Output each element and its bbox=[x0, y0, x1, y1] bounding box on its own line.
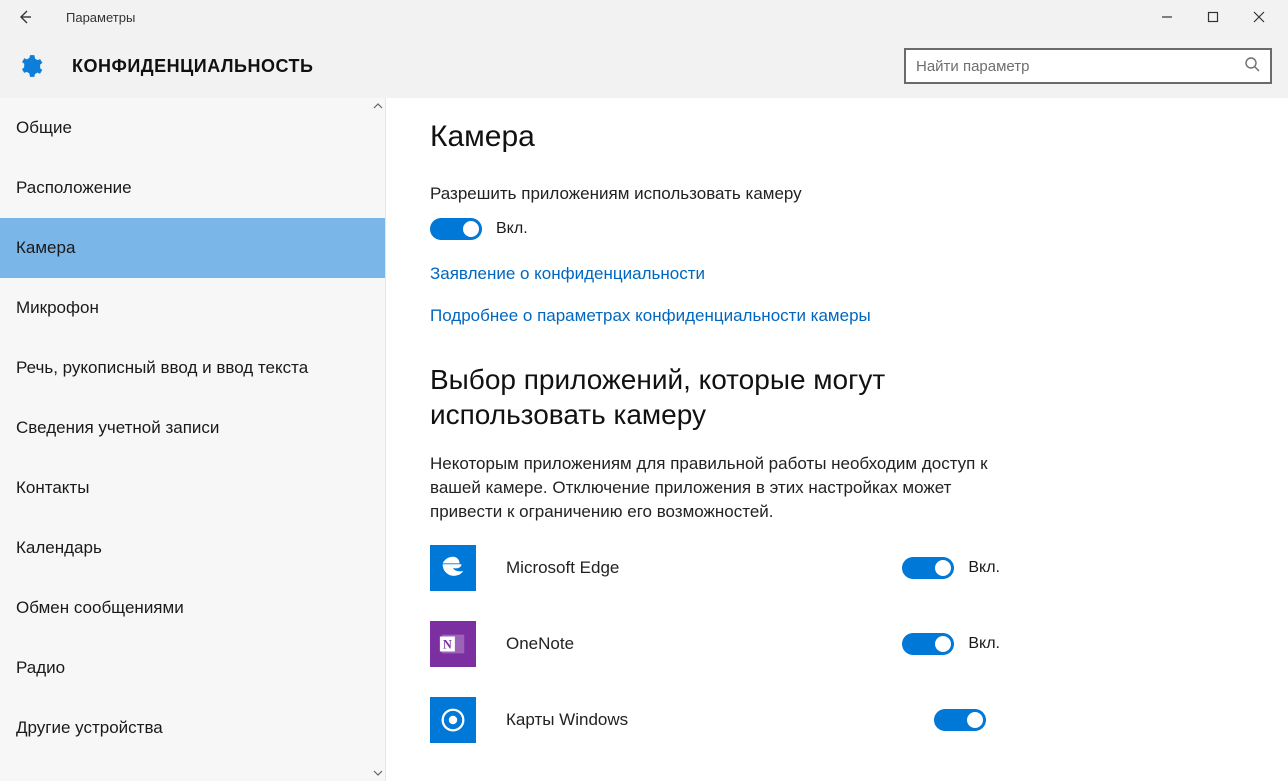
window-controls bbox=[1144, 0, 1282, 34]
app-toggle-state: Вкл. bbox=[968, 559, 1000, 577]
close-button[interactable] bbox=[1236, 0, 1282, 34]
search-box[interactable] bbox=[904, 48, 1272, 84]
gear-icon bbox=[14, 50, 46, 82]
titlebar: Параметры bbox=[0, 0, 1288, 34]
camera-privacy-more-link[interactable]: Подробнее о параметрах конфиденциальност… bbox=[430, 306, 1258, 326]
back-button[interactable] bbox=[6, 0, 44, 34]
sidebar: ОбщиеРасположениеКамераМикрофонРечь, рук… bbox=[0, 98, 386, 781]
category-header: КОНФИДЕНЦИАЛЬНОСТЬ bbox=[0, 34, 1288, 98]
sidebar-item[interactable]: Другие устройства bbox=[0, 698, 385, 758]
app-row: N OneNote Вкл. bbox=[430, 621, 1000, 667]
sidebar-item[interactable]: Общие bbox=[0, 98, 385, 158]
sidebar-item[interactable]: Сведения учетной записи bbox=[0, 398, 385, 458]
choose-apps-heading: Выбор приложений, которые могут использо… bbox=[430, 362, 990, 432]
app-icon bbox=[430, 697, 476, 743]
sidebar-item[interactable]: Радио bbox=[0, 638, 385, 698]
sidebar-item[interactable]: Обмен сообщениями bbox=[0, 578, 385, 638]
sidebar-item[interactable]: Контакты bbox=[0, 458, 385, 518]
app-toggle[interactable] bbox=[902, 557, 954, 579]
allow-camera-toggle[interactable] bbox=[430, 218, 482, 240]
allow-camera-state: Вкл. bbox=[496, 220, 528, 238]
sidebar-item[interactable]: Расположение bbox=[0, 158, 385, 218]
category-title: КОНФИДЕНЦИАЛЬНОСТЬ bbox=[72, 56, 313, 77]
window-title: Параметры bbox=[66, 10, 135, 25]
svg-text:N: N bbox=[443, 638, 452, 652]
app-toggle-state: Вкл. bbox=[968, 635, 1000, 653]
minimize-icon bbox=[1161, 11, 1173, 23]
maximize-button[interactable] bbox=[1190, 0, 1236, 34]
scroll-down-button[interactable] bbox=[371, 765, 385, 781]
arrow-left-icon bbox=[17, 9, 33, 25]
sidebar-item[interactable]: Календарь bbox=[0, 518, 385, 578]
sidebar-item[interactable]: Микрофон bbox=[0, 278, 385, 338]
app-toggle[interactable] bbox=[934, 709, 986, 731]
app-toggle[interactable] bbox=[902, 633, 954, 655]
app-name-label: Microsoft Edge bbox=[506, 558, 656, 578]
content-pane: Камера Разрешить приложениям использоват… bbox=[386, 98, 1288, 781]
close-icon bbox=[1253, 11, 1265, 23]
scroll-up-button[interactable] bbox=[371, 98, 385, 114]
sidebar-item[interactable]: Камера bbox=[0, 218, 385, 278]
chevron-up-icon bbox=[373, 102, 383, 110]
page-title: Камера bbox=[430, 120, 1258, 154]
search-icon bbox=[1244, 56, 1260, 76]
app-name-label: Карты Windows bbox=[506, 710, 656, 730]
maximize-icon bbox=[1207, 11, 1219, 23]
chevron-down-icon bbox=[373, 769, 383, 777]
app-row: Карты Windows bbox=[430, 697, 1000, 743]
privacy-statement-link[interactable]: Заявление о конфиденциальности bbox=[430, 264, 1258, 284]
allow-camera-label: Разрешить приложениям использовать камер… bbox=[430, 184, 1258, 204]
minimize-button[interactable] bbox=[1144, 0, 1190, 34]
sidebar-item[interactable]: Речь, рукописный ввод и ввод текста bbox=[0, 338, 385, 398]
choose-apps-description: Некоторым приложениям для правильной раб… bbox=[430, 452, 990, 523]
app-icon bbox=[430, 545, 476, 591]
app-row: Microsoft Edge Вкл. bbox=[430, 545, 1000, 591]
search-input[interactable] bbox=[916, 58, 1244, 75]
app-name-label: OneNote bbox=[506, 634, 656, 654]
app-icon: N bbox=[430, 621, 476, 667]
